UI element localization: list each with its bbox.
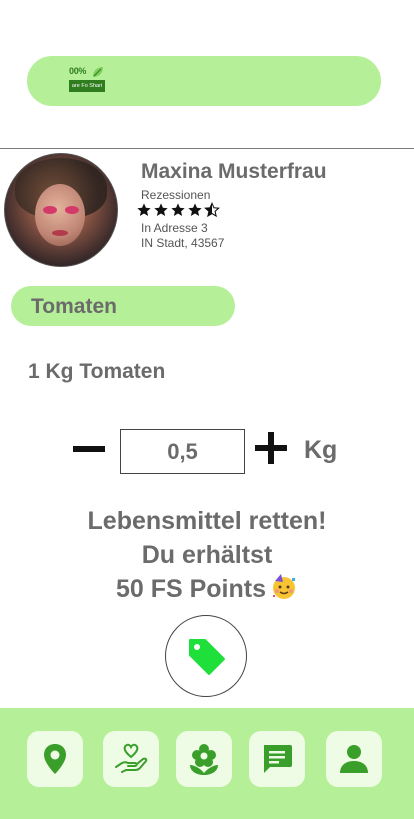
decrease-quantity-button[interactable] — [73, 446, 105, 452]
promo-message: Lebensmittel retten! Du erhältst 50 FS P… — [0, 504, 414, 610]
quantity-input[interactable] — [120, 429, 245, 474]
star-icon — [188, 203, 202, 216]
increase-quantity-button[interactable] — [255, 432, 287, 464]
nav-garden-button[interactable] — [176, 731, 232, 787]
hand-heart-icon — [115, 743, 148, 773]
app-logo[interactable]: 00% are Fo Shari — [69, 66, 105, 96]
avatar-eye-right — [65, 206, 79, 214]
nav-donate-button[interactable] — [103, 731, 159, 787]
map-pin-icon — [44, 744, 66, 774]
avatar-lips — [52, 230, 68, 236]
flower-icon — [190, 744, 218, 775]
leaf-icon — [93, 67, 103, 77]
address-line-1: In Adresse 3 — [141, 221, 208, 235]
nav-map-button[interactable] — [27, 731, 83, 787]
promo-points: 50 FS Points — [115, 575, 267, 603]
promo-line-2: Du erhältst — [141, 541, 273, 569]
avatar-eye-left — [43, 206, 57, 214]
reviews-label[interactable]: Rezessionen — [141, 188, 210, 202]
star-icon — [154, 203, 168, 216]
star-icon — [171, 203, 185, 216]
address-line-2: IN Stadt, 43567 — [141, 236, 225, 250]
user-icon — [340, 745, 368, 773]
avatar-face — [35, 184, 85, 246]
chat-icon — [264, 745, 292, 773]
star-icon — [137, 203, 151, 216]
rating-stars[interactable] — [136, 202, 220, 218]
profile-name[interactable]: Maxina Musterfrau — [141, 160, 327, 184]
product-title-pill: Tomaten — [11, 286, 235, 326]
promo-line-3: 50 FS Points — [0, 572, 414, 610]
party-face-icon — [270, 573, 298, 610]
avatar[interactable] — [4, 153, 118, 267]
nav-chat-button[interactable] — [249, 731, 305, 787]
logo-percent: 00% — [69, 66, 87, 76]
logo-banner: are Fo Shari — [69, 80, 105, 92]
bottom-navigation — [0, 708, 414, 819]
unit-label: Kg — [304, 436, 338, 464]
header-bar: 00% are Fo Shari — [27, 56, 381, 106]
divider — [0, 148, 414, 149]
tag-icon — [189, 639, 225, 675]
product-description: 1 Kg Tomaten — [28, 360, 166, 383]
star-half-icon — [204, 202, 220, 218]
claim-offer-button[interactable] — [165, 615, 247, 697]
promo-line-1: Lebensmittel retten! — [87, 507, 327, 535]
nav-profile-button[interactable] — [326, 731, 382, 787]
product-title: Tomaten — [31, 295, 117, 318]
